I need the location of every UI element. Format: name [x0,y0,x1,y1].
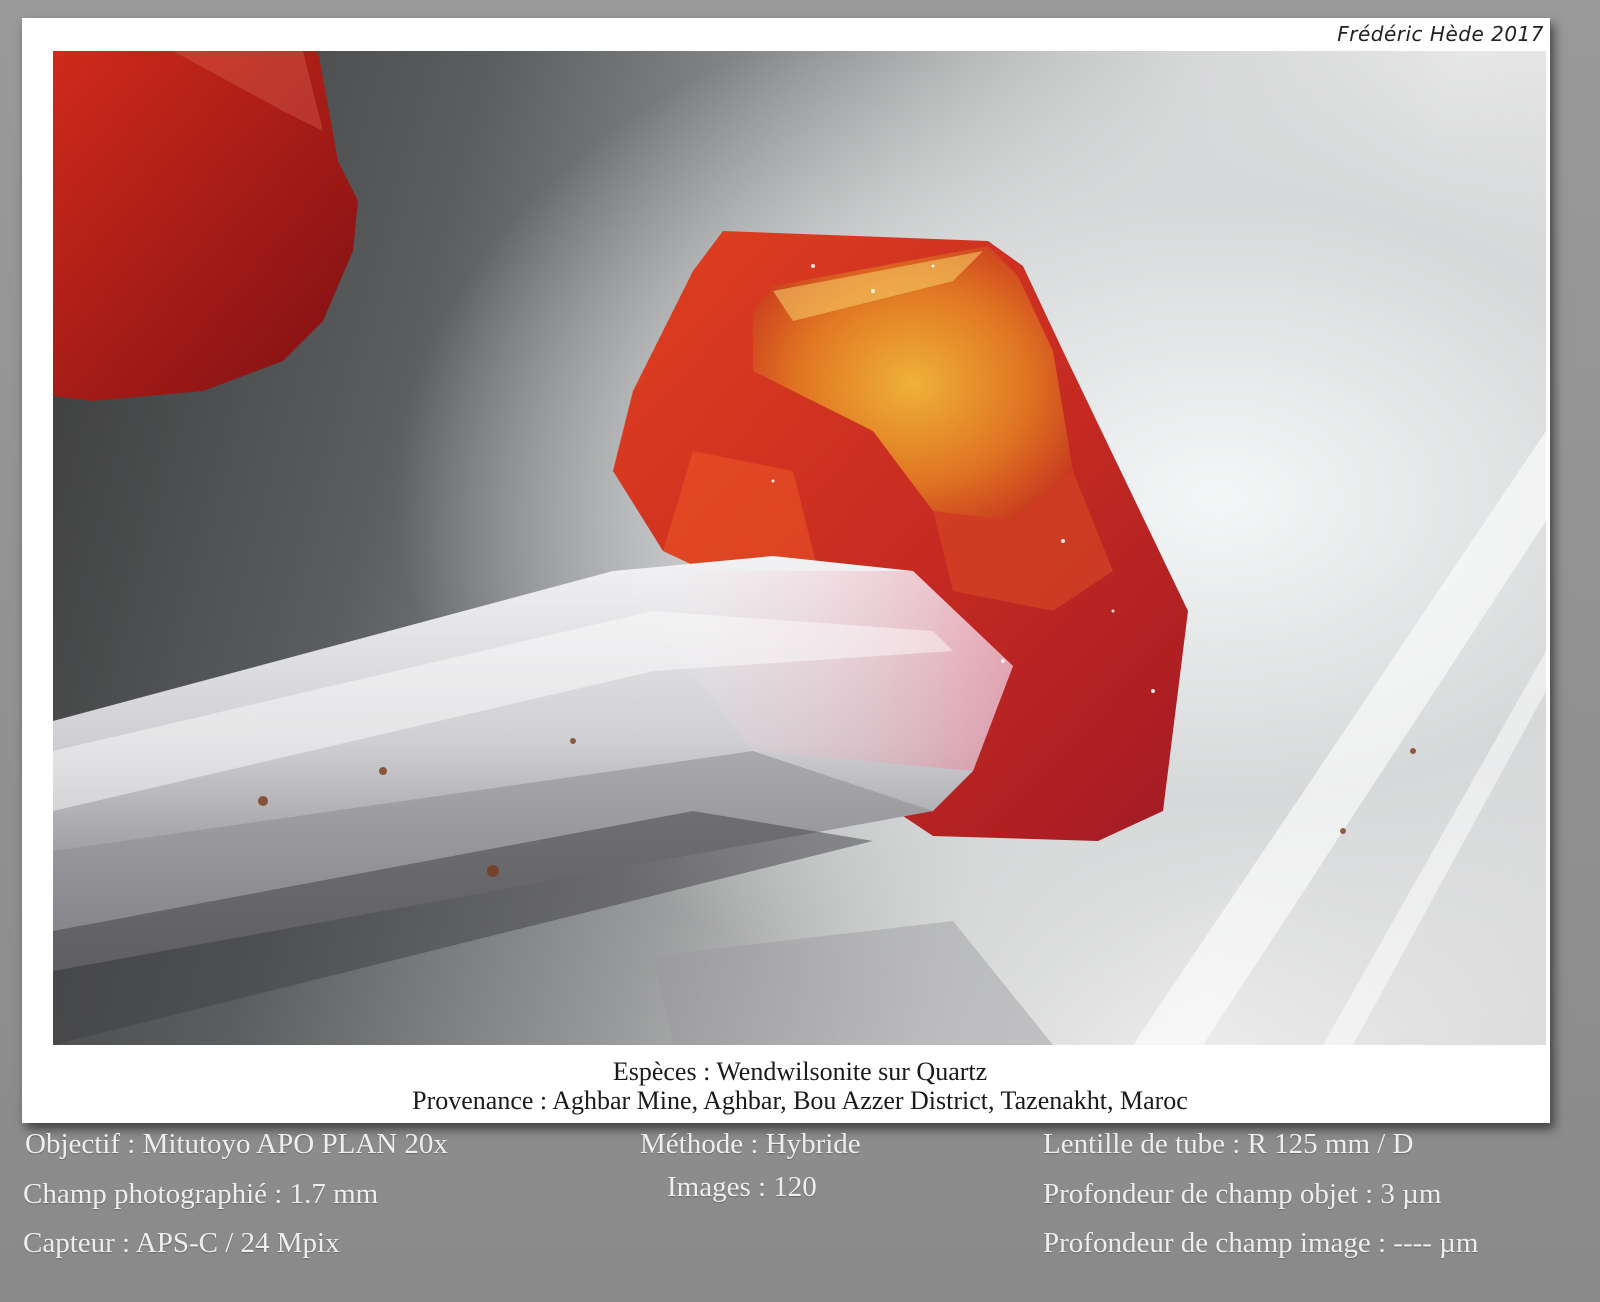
species-caption: Espèces : Wendwilsonite sur Quartz [612,1057,988,1086]
method-spec: Méthode : Hybride [640,1128,861,1160]
field-spec: Champ photographié : 1.7 mm [23,1178,379,1210]
objective-spec: Objectif : Mitutoyo APO PLAN 20x [25,1128,448,1160]
mineral-photograph [53,51,1546,1045]
provenance-caption: Provenance : Aghbar Mine, Aghbar, Bou Az… [412,1086,1188,1115]
object-dof-spec: Profondeur de champ objet : 3 µm [1043,1178,1442,1210]
images-spec: Images : 120 [667,1171,817,1203]
photo-sheet: Frédéric Hède 2017 Espèces: Wendwilsoni… [0,0,1600,1302]
photographer-credit: Frédéric Hède 2017 [1337,22,1544,46]
mineral-illustration [53,51,1546,1045]
image-dof-spec: Profondeur de champ image : ---- µm [1043,1227,1479,1259]
sensor-spec: Capteur : APS-C / 24 Mpix [23,1227,340,1259]
tube-lens-spec: Lentille de tube : R 125 mm / D [1043,1128,1414,1160]
